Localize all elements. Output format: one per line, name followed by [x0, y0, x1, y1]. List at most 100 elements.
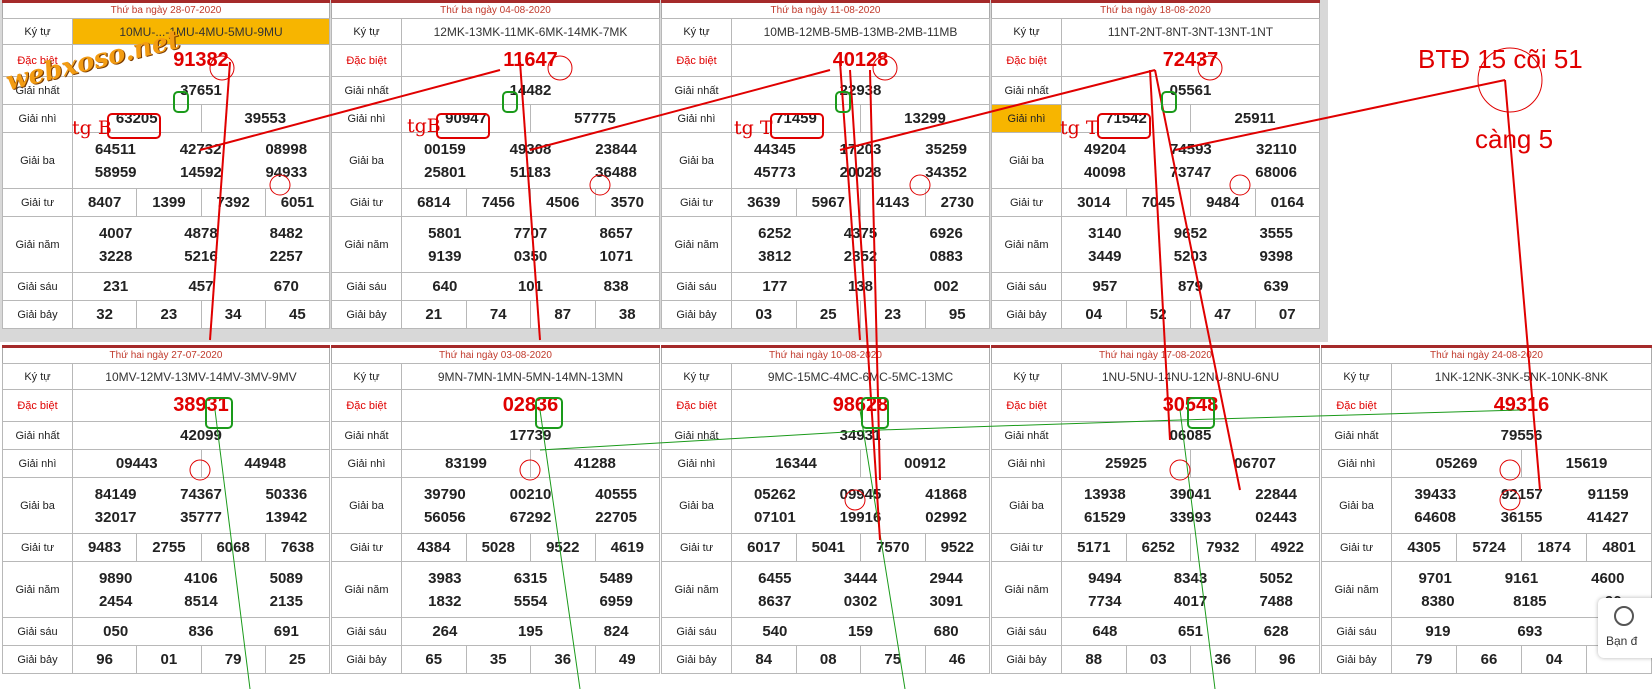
giai-tu-value: 0164 — [1254, 188, 1320, 217]
giai-bay-value: 36 — [530, 645, 596, 674]
prize-number: 159 — [847, 623, 873, 640]
giai-sau-label: Giải sáu — [661, 617, 732, 646]
row-giai-bay: Giải bảy 04 52 47 07 — [991, 300, 1320, 329]
dac-biet-label: Đặc biệt — [661, 389, 732, 422]
result-panel: Thứ hai ngày 27-07-2020 Ký tự 10MV-12MV-1… — [2, 345, 331, 674]
prize-number: 540 — [762, 623, 788, 640]
prize-number: 67292 — [509, 508, 552, 526]
giai-bay-label: Giải bảy — [1321, 645, 1392, 674]
ky-tu-value: 9MC-15MC-4MC-6MC-5MC-13MC — [731, 363, 990, 390]
prize-number: 002 — [933, 278, 959, 295]
prize-number: 5203 — [1173, 247, 1208, 265]
giai-bay-value: 25 — [795, 300, 861, 329]
panel-date: Thứ hai ngày 27-07-2020 — [2, 348, 330, 363]
panel-date: Thứ hai ngày 17-08-2020 — [991, 348, 1320, 363]
giai-nam-label: Giải năm — [991, 561, 1062, 618]
result-panel: Thứ ba ngày 18-08-2020 Ký tự 11NT-2NT-8NT… — [991, 0, 1320, 329]
giai-bay-value: 52 — [1125, 300, 1191, 329]
giai-tu-value: 5028 — [465, 533, 531, 562]
giai-tu-value: 6252 — [1125, 533, 1191, 562]
prize-number: 3140 — [1088, 224, 1122, 242]
row-giai-bay: Giải bảy 88 03 36 96 — [991, 645, 1320, 674]
result-panel: Thứ ba ngày 04-08-2020 Ký tự 12MK-13MK-11… — [331, 0, 660, 329]
prize-number: 264 — [432, 623, 458, 640]
prize-number: 39041 — [1169, 485, 1212, 503]
result-table: Ký tự 10MV-12MV-13MV-14MV-3MV-9MV Đặc biệ… — [2, 363, 331, 674]
panel-date: Thứ hai ngày 03-08-2020 — [331, 348, 660, 363]
prize-number: 09945 — [839, 485, 882, 503]
giai-tu-value: 7638 — [264, 533, 331, 562]
prize-number: 3228 — [98, 247, 133, 265]
prize-number: 13942 — [265, 508, 308, 526]
giai-bay-label: Giải bảy — [661, 300, 732, 329]
prize-number: 628 — [1263, 623, 1289, 640]
chat-widget[interactable]: Bạn đ — [1598, 598, 1652, 658]
row-giai-nam: Giải năm 3140 9652 3555 3449 5203 9398 — [991, 216, 1320, 273]
giai-bay-value: 36 — [1190, 645, 1256, 674]
giai-bay-value: 95 — [924, 300, 990, 329]
prize-number: 22844 — [1255, 485, 1297, 503]
dac-biet-value: 49316 — [1391, 389, 1652, 422]
prize-number: 0302 — [843, 592, 878, 610]
prize-number: 2257 — [269, 247, 303, 265]
prize-number: 3449 — [1088, 247, 1122, 265]
giai-bay-value: 47 — [1190, 300, 1256, 329]
cang-annotation: càng 5 — [1475, 124, 1554, 154]
giai-bay-label: Giải bảy — [991, 645, 1062, 674]
giai-sau-label: Giải sáu — [331, 272, 402, 301]
row-giai-ba: Giải ba 39790 00210 40555 56056 67292 22705 — [331, 477, 660, 534]
prize-number: 5052 — [1259, 569, 1293, 587]
row-giai-sau: Giải sáu 177 138 002 — [661, 272, 990, 301]
giai-nhat-value: 17739 — [401, 421, 660, 450]
row-giai-nhat: Giải nhất 06085 — [991, 421, 1320, 450]
row-giai-nam: Giải năm 9494 8343 5052 7734 4017 7488 — [991, 561, 1320, 618]
prize-number: 1832 — [428, 592, 462, 610]
prize-number: 693 — [1517, 623, 1543, 640]
prize-number: 050 — [103, 623, 129, 640]
prize-number: 6926 — [929, 224, 963, 242]
giai-bay-value: 04 — [1521, 645, 1587, 674]
dac-biet-label: Đặc biệt — [991, 389, 1062, 422]
prize-number: 824 — [603, 623, 629, 640]
giai-sau-label: Giải sáu — [661, 272, 732, 301]
giai-tu-value: 6051 — [264, 188, 331, 217]
prize-number: 84149 — [94, 485, 137, 503]
tg-label-1: tg B — [72, 117, 112, 139]
giai-nhat-label: Giải nhất — [2, 421, 73, 450]
giai-bay-value: 75 — [860, 645, 926, 674]
prize-number: 6959 — [599, 592, 633, 610]
giai-tu-label: Giải tư — [991, 188, 1062, 217]
ky-tu-value: 1NK-12NK-3NK-5NK-10NK-8NK — [1391, 363, 1652, 390]
panel-date: Thứ ba ngày 11-08-2020 — [661, 3, 990, 18]
row-giai-ba: Giải ba 84149 74367 50336 32017 35777 13942 — [2, 477, 330, 534]
row-giai-tu: Giải tư 4305 5724 1874 4801 — [1321, 533, 1652, 562]
giai-bay-value: 79 — [200, 645, 266, 674]
prize-number: 32017 — [94, 508, 137, 526]
prize-number: 44345 — [753, 140, 796, 158]
prize-number: 8637 — [758, 592, 792, 610]
giai-tu-value: 2755 — [136, 533, 202, 562]
giai-tu-value: 7456 — [465, 188, 531, 217]
row-giai-sau: Giải sáu 050 836 691 — [2, 617, 330, 646]
row-giai-tu: Giải tư 6814 7456 4506 3570 — [331, 188, 660, 217]
giai-nhat-label: Giải nhất — [661, 421, 732, 450]
giai-bay-label: Giải bảy — [331, 645, 402, 674]
prize-number: 05262 — [753, 485, 796, 503]
row-giai-ba: Giải ba 49204 74593 32110 40098 73747 68006 — [991, 132, 1320, 189]
ky-tu-value: 10MB-12MB-5MB-13MB-2MB-11MB — [731, 18, 990, 45]
giai-tu-label: Giải tư — [661, 533, 732, 562]
giai-nhat-value: 79556 — [1391, 421, 1652, 450]
prize-number: 4017 — [1173, 592, 1208, 610]
giai-bay-label: Giải bảy — [2, 300, 73, 329]
giai-nhi-value: 16344 — [731, 449, 861, 478]
giai-tu-value: 6017 — [731, 533, 797, 562]
prize-number: 00210 — [509, 485, 552, 503]
prize-number: 5554 — [513, 592, 548, 610]
giai-tu-value: 4619 — [594, 533, 660, 562]
row-giai-bay: Giải bảy 65 35 36 49 — [331, 645, 660, 674]
giai-tu-value: 3570 — [594, 188, 660, 217]
giai-nhi-label: Giải nhì — [661, 104, 732, 133]
giai-bay-value: 23 — [860, 300, 926, 329]
tg-label-4: tg T — [1060, 117, 1099, 139]
giai-nam-label: Giải năm — [331, 561, 402, 618]
